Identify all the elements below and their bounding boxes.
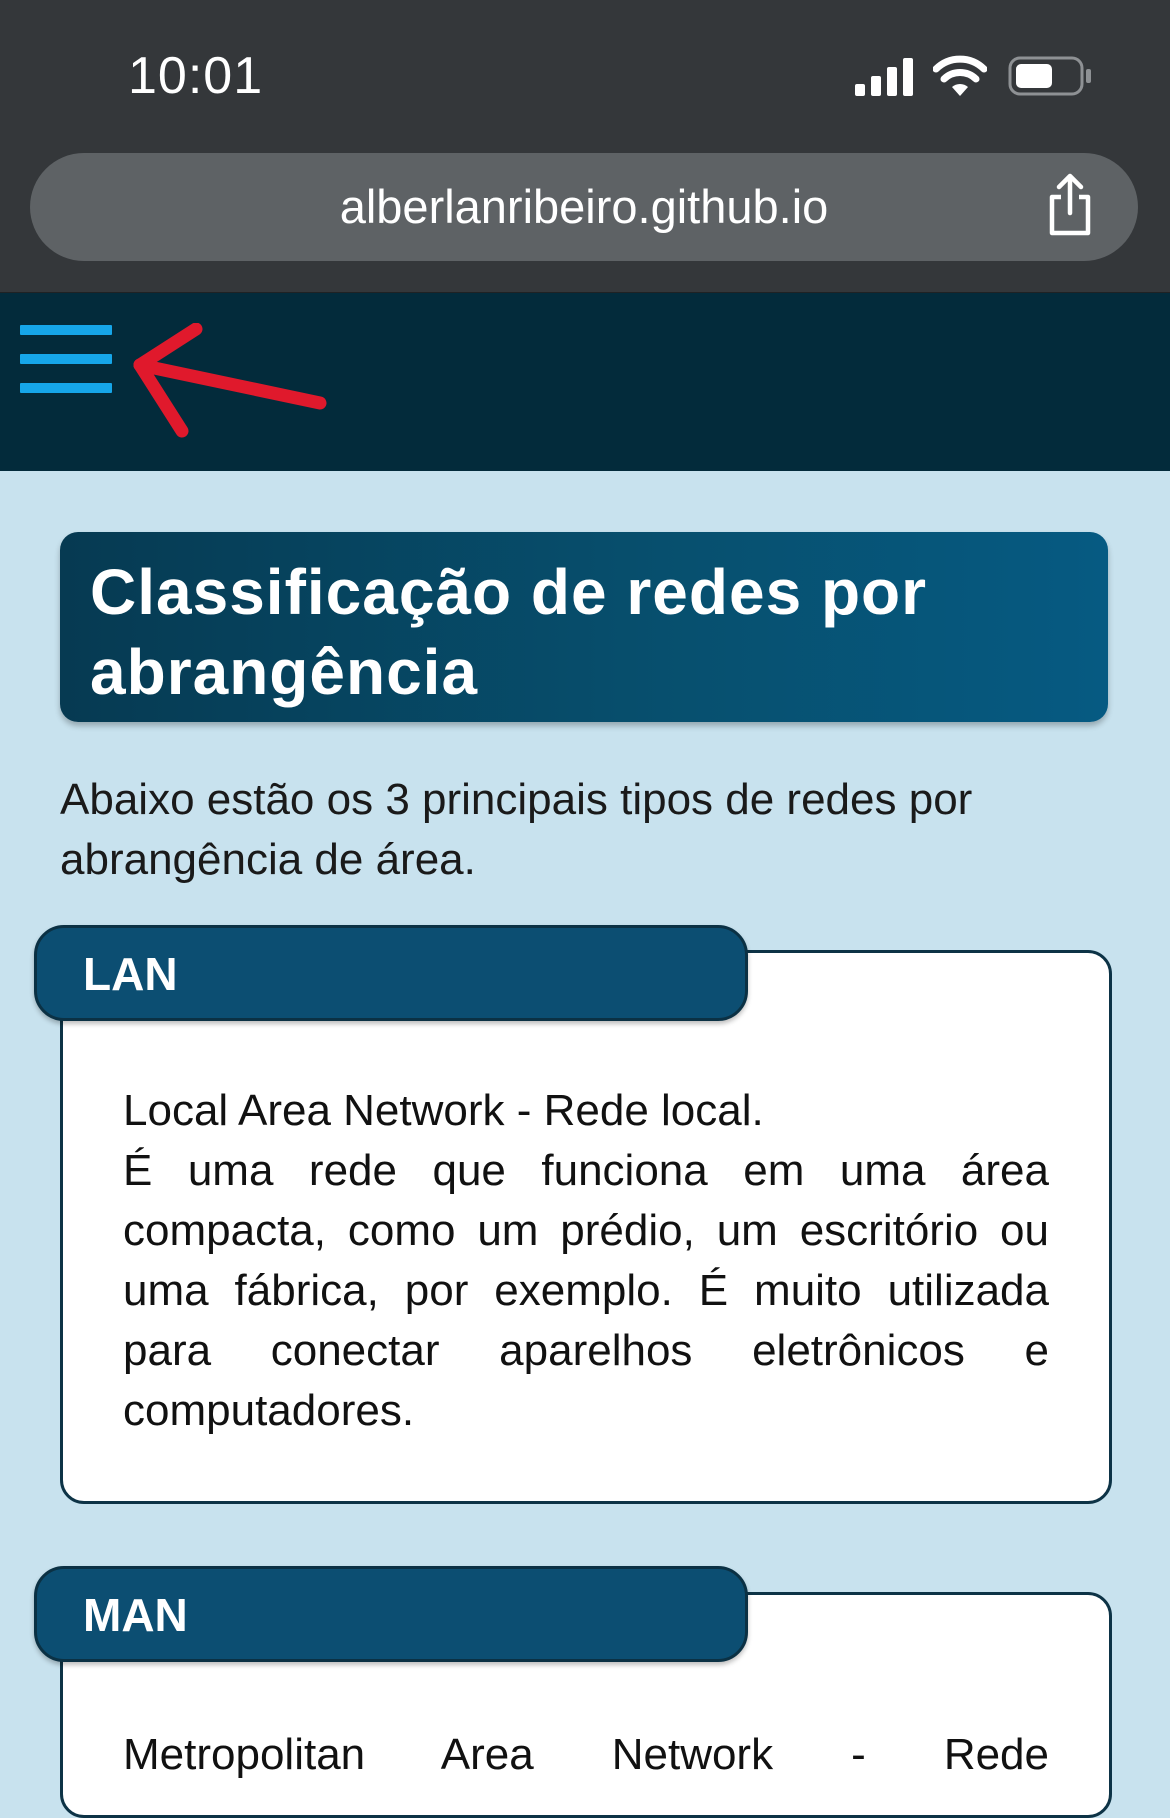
battery-icon	[1008, 56, 1091, 96]
card-lan-text: Local Area Network - Rede local. É uma r…	[123, 1081, 1049, 1441]
card-lan-body: É uma rede que funciona em uma área comp…	[123, 1146, 1049, 1435]
card-man-label: MAN	[83, 1589, 188, 1641]
card-man-text: Metropolitan Area Network - Rede	[123, 1730, 1049, 1779]
share-icon[interactable]	[1044, 173, 1096, 237]
hamburger-menu-icon[interactable]	[20, 323, 114, 395]
wifi-icon	[933, 55, 987, 96]
page-title: Classificação de redes por abrangência	[90, 556, 928, 708]
page-title-box: Classificação de redes por abrangência	[60, 532, 1108, 722]
card-man-tab: MAN	[34, 1566, 748, 1662]
card-lan-line1: Local Area Network - Rede local.	[123, 1086, 764, 1135]
site-header	[0, 293, 1170, 471]
cellular-signal-icon	[855, 58, 913, 96]
address-bar[interactable]: alberlanribeiro.github.io	[30, 153, 1138, 261]
status-time: 10:01	[128, 47, 264, 105]
intro-text: Abaixo estão os 3 principais tipos de re…	[60, 775, 973, 884]
card-lan-label: LAN	[83, 948, 178, 1000]
card-lan-tab: LAN	[34, 925, 748, 1021]
browser-toolbar: alberlanribeiro.github.io	[0, 140, 1170, 294]
url-text[interactable]: alberlanribeiro.github.io	[30, 179, 1138, 234]
status-bar: 10:01	[0, 0, 1170, 155]
card-lan: Local Area Network - Rede local. É uma r…	[60, 950, 1112, 1504]
red-arrow-icon	[133, 323, 327, 438]
